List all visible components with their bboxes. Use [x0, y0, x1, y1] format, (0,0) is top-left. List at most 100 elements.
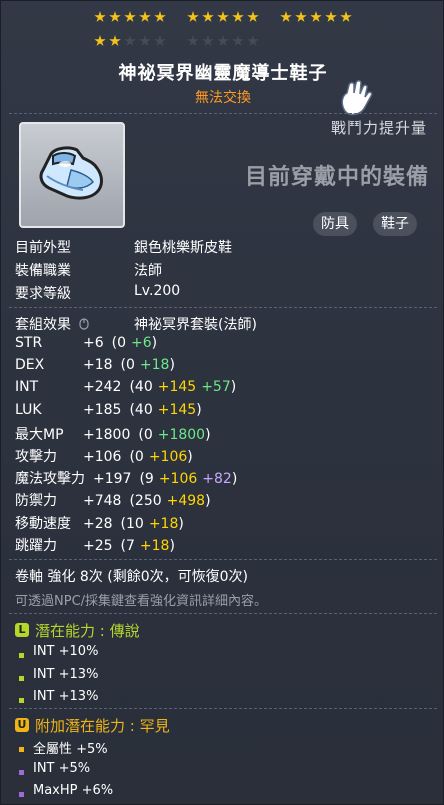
star-force-icon: [187, 35, 199, 46]
stat-base: (0: [138, 427, 153, 443]
star-force-icon: [139, 11, 151, 22]
stat-bonus: +106: [158, 471, 198, 487]
stat-base: (7: [120, 538, 135, 554]
stat-base: (0: [129, 449, 144, 465]
stat-row: STR +6 (0 +6): [15, 335, 157, 351]
star-force-icon: [310, 11, 322, 22]
stat-label: 攻擊力: [15, 449, 57, 465]
star-force-icon: [94, 11, 106, 22]
star-force-icon: [295, 11, 307, 22]
stat-label: STR: [15, 335, 43, 351]
stat-base: (40: [129, 402, 153, 418]
stat-bonus: +498: [166, 493, 206, 509]
header-divider: [9, 113, 437, 114]
stat-total: +197: [93, 471, 132, 487]
level-label: 要求等級: [15, 286, 71, 302]
tag-armor: 防具: [313, 212, 357, 236]
item-tooltip: 神祕冥界幽靈魔導士鞋子 無法交換 戰鬥力提升量 目前穿戴中的裝備 防具 鞋子 目…: [0, 0, 444, 805]
tag-shoes: 鞋子: [373, 212, 417, 236]
set-effect-row: 套組效果: [15, 314, 90, 334]
stat-total: +28: [83, 516, 113, 532]
star-force-icon: [154, 35, 166, 46]
stat-close: ): [151, 335, 158, 351]
star-force-icon: [217, 11, 229, 22]
stat-total: +185: [83, 402, 122, 418]
stat-bonus: +18: [139, 357, 170, 373]
additional-line-2: INT +5%: [33, 761, 91, 776]
appearance-label: 目前外型: [15, 240, 71, 256]
star-force-icon: [109, 35, 121, 46]
stat-row: 最大MP +1800 (0 +1800): [15, 424, 211, 444]
stat-label: 防禦力: [15, 493, 57, 509]
star-force-icon: [202, 35, 214, 46]
stat-row: 魔法攻擊力 +197 (9 +106 +82): [15, 468, 237, 488]
potential-bullet-icon: [19, 653, 24, 658]
stat-row: 移動速度 +28 (10 +18): [15, 513, 184, 533]
star-force-icon: [94, 35, 106, 46]
info-divider: [9, 307, 437, 308]
item-image-frame: [19, 122, 125, 228]
stat-bonus: +82: [202, 471, 232, 487]
stat-total: +748: [83, 493, 122, 509]
job-row: 裝備職業: [15, 260, 71, 280]
stat-row: 防禦力 +748 (250 +498): [15, 490, 211, 510]
stat-close: ): [205, 493, 211, 509]
stats-divider: [9, 559, 437, 560]
job-value: 法師: [134, 263, 162, 279]
stat-total: +18: [83, 357, 113, 373]
stat-total: +106: [83, 449, 122, 465]
stat-bonus: +18: [148, 516, 179, 532]
appearance-row: 目前外型: [15, 237, 71, 257]
potential-line-2: INT +13%: [33, 667, 99, 682]
star-force-icon: [217, 35, 229, 46]
stat-label: LUK: [15, 402, 42, 418]
stat-bonus: +57: [201, 379, 231, 395]
star-force-icon: [232, 11, 244, 22]
stat-bonus: +6: [131, 335, 152, 351]
stat-close: ): [205, 427, 211, 443]
stat-close: ): [231, 471, 238, 487]
stat-label: INT: [15, 379, 39, 395]
scroll-upgrade-note: 可透過NPC/採集鍵查看強化資訊詳細內容。: [15, 594, 268, 609]
stat-base: (0: [120, 357, 135, 373]
star-force-icon: [154, 11, 166, 22]
star-force-icon: [202, 11, 214, 22]
stat-base: (40: [129, 379, 153, 395]
stat-total: +242: [83, 379, 122, 395]
potential-line-3: INT +13%: [33, 689, 99, 704]
mouse-icon: [79, 318, 90, 330]
stat-total: +25: [83, 538, 113, 554]
star-force-icon: [232, 35, 244, 46]
star-force-icon: [124, 35, 136, 46]
stat-close: ): [230, 379, 237, 395]
stat-base: (10: [120, 516, 144, 532]
additional-line-1: 全屬性 +5%: [33, 742, 108, 757]
set-effect-label: 套組效果: [15, 317, 71, 333]
additional-divider: [9, 708, 437, 709]
stat-total: +1800: [83, 427, 131, 443]
legendary-grade-icon: L: [15, 623, 29, 637]
stat-close: ): [187, 449, 193, 465]
appearance-value: 銀色桃樂斯皮鞋: [134, 240, 232, 256]
stat-close: ): [169, 357, 175, 373]
potential-line-1: INT +10%: [33, 644, 99, 659]
stat-label: 魔法攻擊力: [15, 471, 85, 487]
potential-divider: [9, 613, 437, 614]
set-effect-value: 神祕冥界套裝(法師): [134, 317, 257, 333]
star-force-icon: [280, 11, 292, 22]
level-row: 要求等級: [15, 283, 71, 303]
equipped-status: 目前穿戴中的裝備: [244, 165, 429, 190]
combat-power-label: 戰鬥力提升量: [330, 119, 427, 137]
stat-total: +6: [83, 335, 104, 351]
potential-bullet-icon: [19, 676, 24, 681]
star-force-icon: [139, 35, 151, 46]
blue-shoe-icon: [39, 146, 103, 200]
stat-bonus: +18: [139, 538, 170, 554]
stat-label: 移動速度: [15, 516, 71, 532]
star-force-row-2: [1, 33, 443, 49]
stat-row: DEX +18 (0 +18): [15, 357, 175, 373]
additional-bullet-icon: [19, 792, 24, 797]
stat-row: 跳躍力 +25 (7 +18): [15, 535, 175, 555]
star-force-icon: [187, 11, 199, 22]
additional-potential-heading: 附加潛在能力 : 罕見: [35, 717, 170, 735]
